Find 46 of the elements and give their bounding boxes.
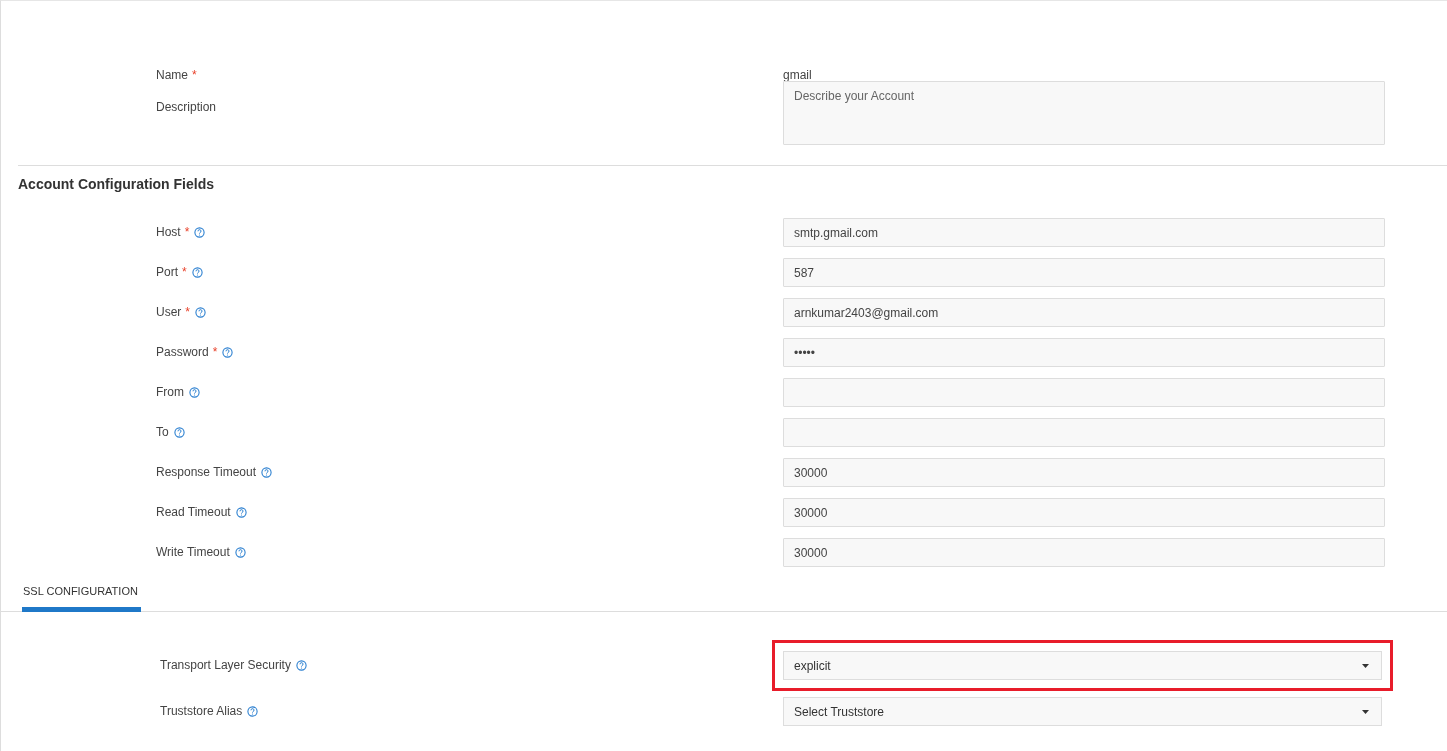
input-field[interactable]: arnkumar2403@gmail.com (783, 298, 1385, 327)
field-label: To (156, 425, 169, 439)
field-label: Name (156, 68, 188, 82)
description-field[interactable]: Describe your Account (783, 81, 1385, 145)
dropdown[interactable]: Select Truststore (783, 697, 1382, 726)
required-asterisk: * (184, 225, 190, 239)
input-field[interactable]: 30000 (783, 458, 1385, 487)
field-label: Write Timeout (156, 545, 230, 559)
input-field[interactable] (783, 378, 1385, 407)
help-icon[interactable] (235, 506, 247, 518)
help-icon[interactable] (194, 226, 206, 238)
field-label: Truststore Alias (160, 704, 243, 718)
help-icon[interactable] (222, 346, 234, 358)
field-label: Port (156, 265, 178, 279)
field-label: Response Timeout (156, 465, 257, 479)
tab[interactable]: SSL CONFIGURATION (22, 585, 141, 612)
field-label: Host (156, 225, 181, 239)
dropdown[interactable]: explicit (783, 651, 1382, 680)
field-label: From (156, 385, 184, 399)
caret-icon (1362, 709, 1369, 714)
caret-icon (1362, 663, 1369, 668)
required-asterisk: * (212, 345, 218, 359)
field-label: Read Timeout (156, 505, 231, 519)
required-asterisk: * (192, 68, 197, 82)
required-asterisk: * (185, 305, 190, 319)
help-icon[interactable] (173, 426, 185, 438)
input-field[interactable] (783, 418, 1385, 447)
help-icon[interactable] (234, 546, 246, 558)
input-field[interactable]: 30000 (783, 538, 1385, 567)
required-asterisk: * (182, 265, 187, 279)
help-icon[interactable] (189, 386, 200, 398)
help-icon[interactable] (247, 705, 259, 717)
input-field[interactable]: 587 (783, 258, 1385, 287)
input-field[interactable]: ••••• (783, 338, 1385, 367)
help-icon[interactable] (191, 266, 203, 278)
field-label: Description (156, 100, 217, 114)
help-icon[interactable] (261, 466, 273, 478)
input-field[interactable]: 30000 (783, 498, 1385, 527)
help-icon[interactable] (295, 659, 307, 671)
field-label: Transport Layer Security (160, 658, 291, 672)
help-icon[interactable] (195, 306, 206, 318)
field-label: Password (156, 345, 209, 359)
section-heading: Account Configuration Fields (17, 175, 215, 194)
input-field[interactable]: smtp.gmail.com (783, 218, 1385, 247)
field-label: User (156, 305, 182, 319)
field-value: gmail (783, 67, 813, 84)
